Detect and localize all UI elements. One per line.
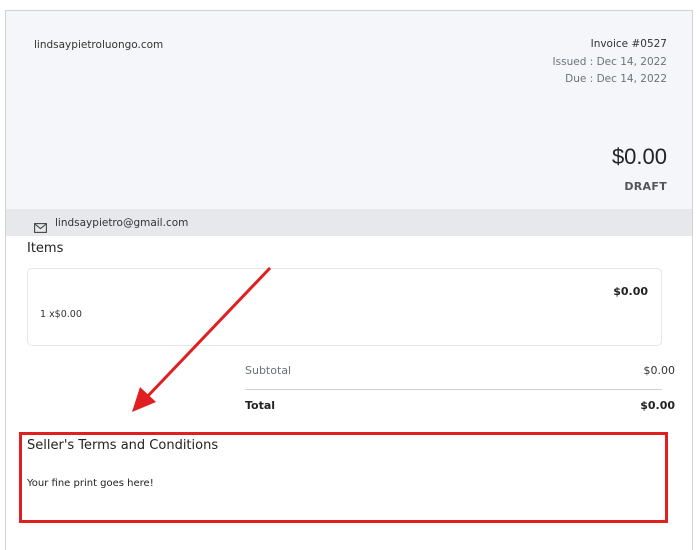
- invoice-meta: Invoice #0527 Issued : Dec 14, 2022 Due …: [553, 38, 667, 85]
- invoice-number: Invoice #0527: [590, 38, 667, 50]
- items-heading: Items: [27, 241, 64, 256]
- email-bar: lindsaypietro@gmail.com: [6, 209, 692, 236]
- invoice-header: lindsaypietroluongo.com Invoice #0527 Is…: [6, 11, 692, 209]
- seller-domain: lindsaypietroluongo.com: [34, 39, 164, 51]
- subtotal-value: $0.00: [643, 364, 676, 377]
- total-label: Total: [245, 399, 276, 412]
- seller-email[interactable]: lindsaypietro@gmail.com: [55, 217, 188, 229]
- subtotal-label: Subtotal: [245, 364, 292, 377]
- due-date: Due : Dec 14, 2022: [565, 73, 667, 85]
- total-value: $0.00: [640, 399, 675, 412]
- item-price: $0.00: [613, 285, 648, 298]
- terms-heading: Seller's Terms and Conditions: [27, 438, 219, 453]
- item-description: 1 x$0.00: [40, 309, 82, 320]
- terms-text: Your fine print goes here!: [27, 478, 154, 489]
- invoice-amount: $0.00: [611, 144, 667, 169]
- totals-divider: [245, 389, 662, 390]
- status-badge: DRAFT: [624, 180, 667, 193]
- list-item: $0.00 1 x$0.00: [27, 268, 662, 346]
- email-icon: [34, 218, 47, 233]
- issued-date: Issued : Dec 14, 2022: [552, 56, 667, 68]
